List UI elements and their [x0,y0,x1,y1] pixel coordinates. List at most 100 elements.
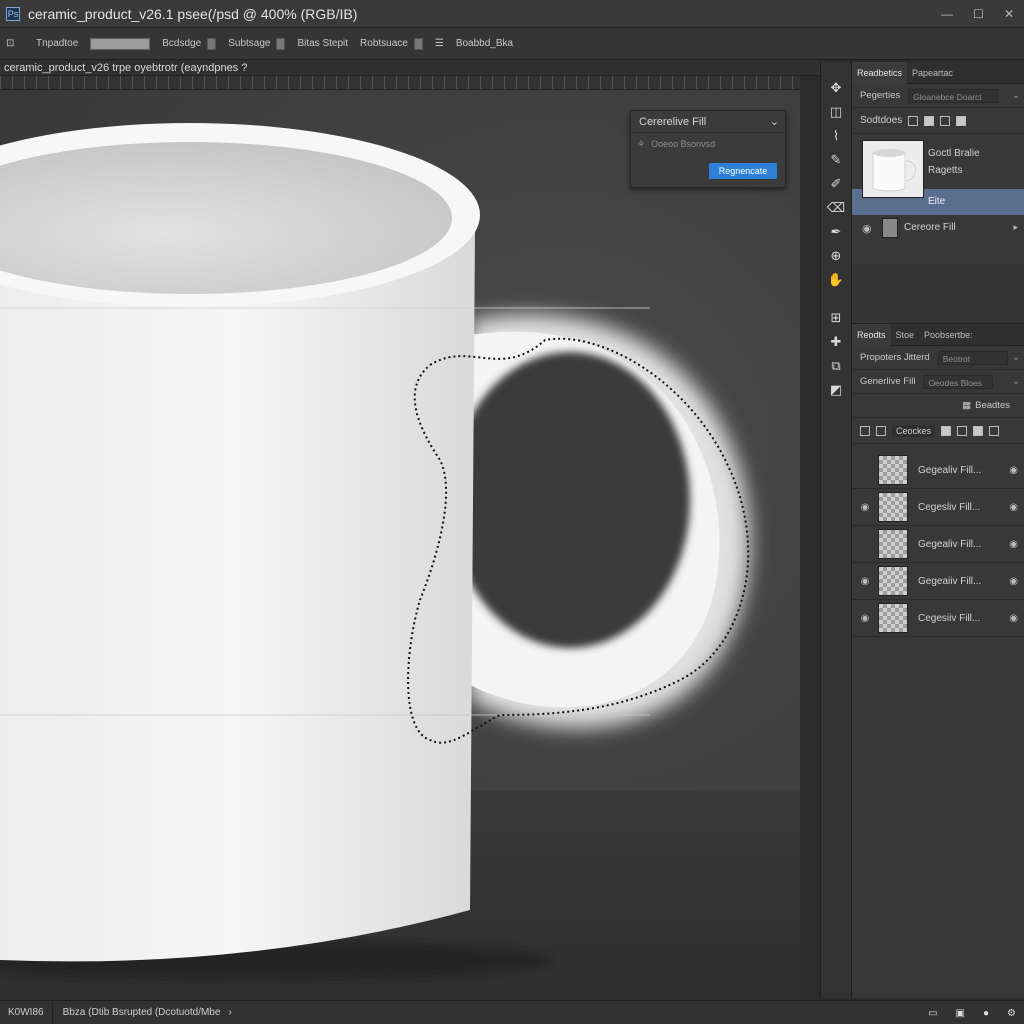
option-swatch[interactable] [84,28,156,60]
arrange-icon[interactable]: ✚ [821,330,851,354]
title-bar: Ps ceramic_product_v26.1 psee(/psd @ 400… [0,0,1024,28]
visibility-icon[interactable]: ◉ [852,502,878,513]
chevron-right-icon[interactable]: ▸ [1013,222,1018,233]
maximize-icon[interactable]: ☐ [973,7,984,21]
properties-tabs: Readbetics Papeartac [852,61,1024,84]
app-logo-icon: Ps [6,6,20,21]
zoom-level[interactable]: K0WI86 [0,1000,53,1024]
canvas[interactable]: Cererelive Fill ⌄ ⚘ Ooeoo Bsonvsd Regnen… [0,90,800,1000]
opacity-row[interactable]: ▦ Beadtes [852,394,1024,418]
generative-fill-panel: Cererelive Fill ⌄ ⚘ Ooeoo Bsonvsd Regnen… [630,110,786,188]
eye-icon[interactable]: ◉ [862,222,872,235]
status-bar: K0WI86 Bbza (Dtib Bsrupted (Dcotuotd/Mbe… [0,1000,1024,1024]
tab-papeartac[interactable]: Papeartac [907,62,958,84]
brush-icon[interactable]: ✎ [821,148,851,172]
crop-icon[interactable]: ⊞ [821,306,851,330]
align-icon[interactable]: ☰ [429,28,450,60]
chevron-down-icon[interactable]: ⌄ [1012,90,1020,101]
mug-thumbnail[interactable] [862,140,924,198]
chevron-down-icon[interactable]: ⌄ [1012,352,1020,363]
regenerate-button[interactable]: Regnencate [709,163,777,179]
adjust-icon[interactable] [940,115,951,126]
adjustment-icon[interactable] [941,425,952,436]
fx-icon[interactable] [973,425,984,436]
generative-fill-title: Cererelive Fill [631,111,785,133]
layer-thumbnail [878,566,908,596]
marquee-icon[interactable]: ◫ [821,100,851,124]
tab-readbetics[interactable]: Readbetics [852,61,908,84]
layer-row[interactable]: ◉ Cegesliv Fill... ◉ [852,489,1024,526]
tool-preset-icon[interactable]: ⊡ [0,28,30,60]
eye-icon[interactable]: ◉ [1009,539,1018,550]
window-title: ceramic_product_v26.1 psee(/psd @ 400% (… [28,5,358,22]
mask-icon[interactable] [957,425,968,436]
pen-icon[interactable]: ✒ [821,220,851,244]
visibility-icon[interactable]: ◉ [852,576,878,587]
tab-stoe[interactable]: Stoe [891,324,920,346]
option-item-6[interactable]: Boabbd_Bka [450,28,519,60]
new-layer-icon[interactable] [860,425,870,436]
minimize-icon[interactable]: — [941,7,953,21]
layer-row[interactable]: ◉ Gegeaiiv Fill... ◉ [852,563,1024,600]
eye-icon[interactable]: ◉ [1009,465,1018,476]
item-label: Goctl Bralie [928,148,980,159]
mug-image [0,123,800,1000]
eye-icon[interactable]: ◉ [1009,502,1018,513]
properties-toolbar: Sodtdoes [852,108,1024,134]
visibility-icon[interactable]: ◉ [852,613,878,624]
option-item-5[interactable]: Robtsuace [354,28,429,60]
link-icon[interactable] [924,115,935,126]
properties-row[interactable]: Pegerties Gloanebce Doarct ⌄ [852,84,1024,108]
blend-mode-row[interactable]: Generlive Fill Oeodes Bloes ⌄ [852,370,1024,394]
option-item-1[interactable]: Tnpadtoe [30,28,84,60]
eraser-icon[interactable]: ⌫ [821,196,851,220]
layer-thumb-icon [882,218,898,238]
ai-icon: ⚘ [637,138,646,149]
fx-icon[interactable] [956,115,967,126]
chevron-down-icon[interactable]: ⌄ [1012,376,1020,387]
item-label: Cereore Fill [904,222,956,233]
hand-icon[interactable]: ✋ [821,268,851,292]
panel-spacer [852,264,1024,324]
layer-thumbnail [878,492,908,522]
lasso-icon[interactable]: ⌇ [821,124,851,148]
panel-icon[interactable]: ▭ [928,1008,937,1019]
document-tab[interactable]: ceramic_product_v26 trpe oyebtrotr (eayn… [0,60,820,76]
properties-preview-area: Goctl Bralie Ragetts Eite ◉ Cereore Fill… [852,134,1024,264]
lock-icon[interactable]: ▦ [962,400,971,411]
history-icon[interactable]: ▣ [956,1008,965,1019]
right-panels: Readbetics Papeartac Pegerties Gloanebce… [852,61,1024,998]
trash-icon[interactable] [989,425,1000,436]
eye-icon[interactable]: ◉ [1009,613,1018,624]
settings-icon[interactable]: ⚙ [1007,1008,1016,1019]
option-item-2[interactable]: Bcdsdge [156,28,222,60]
layers-tabs: Reodts Stoe Poobsertbe: [852,323,1024,346]
record-icon[interactable]: ● [983,1008,989,1019]
selected-item-label: Eite [928,196,946,207]
layer-thumbnail [878,529,908,559]
tools-panel: ✥ ◫ ⌇ ✎ ✐ ⌫ ✒ ⊕ ✋ ⊞ ✚ ⧉ ◩ [820,62,852,998]
zoom-icon[interactable]: ⧉ [821,354,851,378]
tab-poobsertbe[interactable]: Poobsertbe: [919,324,978,346]
stamp-icon[interactable]: ⊕ [821,244,851,268]
layer-filter-row[interactable]: Propoters Jitterd Beotrot ⌄ [852,346,1024,370]
prompt-input[interactable]: ⚘ Ooeoo Bsonvsd [637,137,779,151]
chevron-right-icon[interactable]: › [228,1007,231,1018]
layer-row[interactable]: Gegealiv Fill... ◉ [852,452,1024,489]
layer-row[interactable]: ◉ Cegesiiv Fill... ◉ [852,600,1024,637]
eye-icon[interactable]: ◉ [1009,576,1018,587]
item-label: Ragetts [928,165,963,176]
layer-thumbnail [878,455,908,485]
color-swatch-icon[interactable]: ◩ [821,378,851,402]
chevron-down-icon[interactable]: ⌄ [770,115,779,128]
tab-reodts[interactable]: Reodts [852,323,891,346]
mask-icon[interactable] [908,115,919,126]
eyedropper-icon[interactable]: ✐ [821,172,851,196]
layer-row[interactable]: Gegealiv Fill... ◉ [852,526,1024,563]
option-item-4[interactable]: Bitas Stepit [291,28,354,60]
move-icon[interactable]: ✥ [821,76,851,100]
close-icon[interactable]: ✕ [1004,7,1014,21]
option-item-3[interactable]: Subtsage [222,28,291,60]
group-icon[interactable] [876,425,886,436]
document-info: Bbza (Dtib Bsrupted (Dcotuotd/Mbe [62,1007,221,1018]
